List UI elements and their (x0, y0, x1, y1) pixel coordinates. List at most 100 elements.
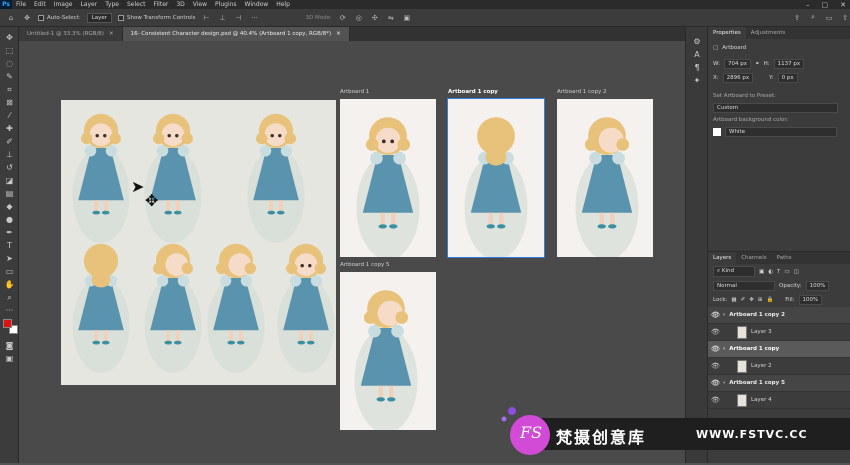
screen-mode-icon[interactable]: ▣ (0, 352, 19, 365)
glyphs-panel-icon[interactable]: ✦ (686, 74, 708, 87)
blend-mode-dropdown[interactable]: Normal (713, 281, 775, 291)
history-brush-icon[interactable]: ↺ (0, 161, 19, 174)
share-icon[interactable]: ⇪ (792, 13, 802, 23)
layer-kind-filter[interactable]: ⌕ Kind (713, 266, 755, 277)
move-tool-icon[interactable]: ✥ (0, 31, 19, 44)
fill-field[interactable]: 100% (798, 295, 823, 305)
filter-type-icon[interactable]: T (777, 269, 780, 275)
menu-item-file[interactable]: File (12, 1, 30, 8)
3d-slide-icon[interactable]: ⇋ (386, 13, 396, 23)
preset-dropdown[interactable]: Custom (713, 103, 838, 113)
artboard-1-copy-2-label[interactable]: Artboard 1 copy 2 (557, 89, 606, 95)
y-field[interactable]: 0 px (777, 73, 798, 83)
auto-select-dropdown[interactable]: Layer (86, 12, 113, 23)
tab-untitled-1[interactable]: Untitled-1 @ 33.3% (RGB/8) ✕ (19, 27, 123, 41)
visibility-eye-icon[interactable]: 👁 (711, 328, 720, 336)
quick-mask-icon[interactable]: ◙ (0, 339, 19, 352)
artboard-1-copy-2[interactable] (557, 99, 653, 260)
visibility-eye-icon[interactable]: 👁 (711, 311, 720, 319)
crop-tool-icon[interactable]: ⌗ (0, 83, 19, 96)
character-sheet-image[interactable] (61, 100, 336, 385)
filter-smart-icon[interactable]: ◫ (794, 269, 799, 275)
3d-orbit-icon[interactable]: ⟳ (338, 13, 348, 23)
align-left-icon[interactable]: ⊢ (201, 13, 211, 23)
filter-adjust-icon[interactable]: ◐ (768, 269, 773, 275)
visibility-eye-icon[interactable]: 👁 (711, 362, 720, 370)
export-icon[interactable]: ⇧ (840, 13, 850, 23)
menu-item-select[interactable]: Select (123, 1, 150, 8)
tab-character-design[interactable]: 16- Consistent Character design.psd @ 40… (122, 27, 350, 41)
3d-pan-icon[interactable]: ✣ (370, 13, 380, 23)
pen-tool-icon[interactable]: ✒ (0, 226, 19, 239)
menu-item-filter[interactable]: Filter (150, 1, 173, 8)
lock-artboard-icon[interactable]: ⊞ (758, 297, 763, 303)
visibility-eye-icon[interactable]: 👁 (711, 345, 720, 353)
show-transform-checkbox[interactable] (118, 14, 125, 21)
height-field[interactable]: 1137 px (773, 59, 805, 69)
gradient-icon[interactable]: ▤ (0, 187, 19, 200)
eraser-icon[interactable]: ◪ (0, 174, 19, 187)
tab-paths[interactable]: Paths (772, 252, 797, 264)
close-icon[interactable]: ✕ (840, 1, 846, 9)
marquee-tool-icon[interactable]: ⬚ (0, 44, 19, 57)
3d-scale-icon[interactable]: ▣ (402, 13, 412, 23)
menu-item-edit[interactable]: Edit (30, 1, 50, 8)
filter-pixel-icon[interactable]: ▣ (759, 269, 764, 275)
x-field[interactable]: 2896 px (722, 73, 754, 83)
maximize-icon[interactable]: ▢ (822, 1, 829, 9)
type-tool-icon[interactable]: T (0, 239, 19, 252)
dodge-tool-icon[interactable]: ● (0, 213, 19, 226)
lock-pixels-icon[interactable]: ▦ (731, 297, 736, 303)
expand-chevron-icon[interactable]: › (723, 380, 725, 386)
workspace-icon[interactable]: ▭ (824, 13, 834, 23)
artboard-1-copy-label[interactable]: Artboard 1 copy (448, 89, 498, 95)
path-select-icon[interactable]: ➤ (0, 252, 19, 265)
frame-tool-icon[interactable]: ⊠ (0, 96, 19, 109)
expand-chevron-icon[interactable]: › (723, 312, 725, 318)
artboard-1-copy-5[interactable] (340, 272, 436, 433)
canvas[interactable]: ➤ ✥ Artboard 1 Artboard 1 copy Artboard … (19, 41, 685, 463)
clone-stamp-icon[interactable]: ⊥ (0, 148, 19, 161)
paragraph-panel-icon[interactable]: ¶ (686, 61, 708, 74)
menu-item-3d[interactable]: 3D (172, 1, 188, 8)
auto-select-checkbox[interactable] (38, 14, 44, 21)
layer-row[interactable]: 👁 Layer 3 (708, 324, 850, 341)
lock-paint-icon[interactable]: ✐ (741, 297, 746, 303)
zoom-tool-icon[interactable]: ⌕ (0, 291, 19, 304)
menu-item-window[interactable]: Window (241, 1, 273, 8)
home-icon[interactable]: ⌂ (6, 13, 16, 23)
more-tools-icon[interactable]: ··· (0, 304, 19, 317)
artboard-1[interactable] (340, 99, 436, 260)
lock-move-icon[interactable]: ✥ (749, 297, 754, 303)
menu-item-view[interactable]: View (189, 1, 211, 8)
foreground-color-swatch[interactable] (3, 319, 12, 328)
menu-item-image[interactable]: Image (50, 1, 77, 8)
expand-chevron-icon[interactable]: › (723, 346, 725, 352)
minimize-icon[interactable]: – (806, 1, 810, 9)
lock-all-icon[interactable]: 🔒 (766, 297, 773, 303)
character-panel-icon[interactable]: A (686, 48, 708, 61)
move-tool-icon[interactable]: ✥ (22, 13, 32, 23)
menu-item-help[interactable]: Help (272, 1, 294, 8)
color-swatches[interactable] (0, 317, 18, 339)
bg-color-swatch[interactable] (713, 128, 721, 136)
bg-color-dropdown[interactable]: White (725, 127, 837, 137)
artboard-1-copy[interactable] (447, 98, 545, 260)
close-icon[interactable]: ✕ (109, 31, 114, 37)
visibility-eye-icon[interactable]: 👁 (711, 379, 720, 387)
tab-adjustments[interactable]: Adjustments (746, 27, 790, 39)
menu-item-type[interactable]: Type (101, 1, 123, 8)
tab-properties[interactable]: Properties (708, 27, 746, 39)
3d-roll-icon[interactable]: ◎ (354, 13, 364, 23)
tab-layers[interactable]: Layers (708, 252, 737, 264)
lasso-tool-icon[interactable]: ◌ (0, 57, 19, 70)
width-field[interactable]: 704 px (723, 59, 751, 69)
layer-group-row[interactable]: 👁 › Artboard 1 copy 2 (708, 307, 850, 324)
layer-group-row[interactable]: 👁 › Artboard 1 copy 5 (708, 375, 850, 392)
layer-group-row[interactable]: 👁 › Artboard 1 copy (708, 341, 850, 358)
close-icon[interactable]: ✕ (336, 31, 341, 37)
align-center-icon[interactable]: ⊥ (217, 13, 227, 23)
filter-shape-icon[interactable]: ▭ (784, 269, 789, 275)
tab-channels[interactable]: Channels (736, 252, 771, 264)
menu-item-layer[interactable]: Layer (76, 1, 101, 8)
